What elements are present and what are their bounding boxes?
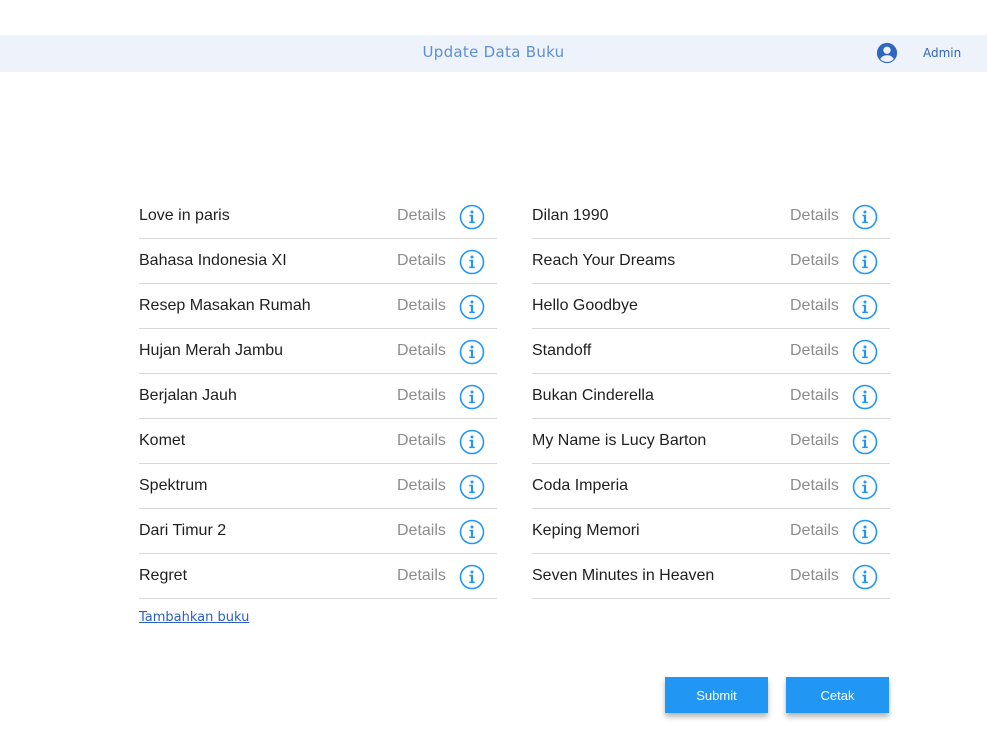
- top-bar: Update Data Buku Admin: [0, 35, 987, 72]
- book-title: Seven Minutes in Heaven: [532, 567, 715, 584]
- book-title: Dilan 1990: [532, 207, 609, 224]
- details-link[interactable]: Details: [790, 387, 839, 405]
- book-row: Bukan Cinderella Details: [532, 374, 890, 419]
- details-link[interactable]: Details: [790, 207, 839, 225]
- book-row: Komet Details: [139, 419, 497, 464]
- details-link[interactable]: Details: [790, 252, 839, 270]
- print-button[interactable]: Cetak: [786, 677, 889, 713]
- book-title: Bahasa Indonesia XI: [139, 252, 287, 269]
- info-icon[interactable]: [852, 294, 878, 320]
- book-title: Love in paris: [139, 207, 230, 224]
- book-title: Hello Goodbye: [532, 297, 638, 314]
- details-link[interactable]: Details: [397, 207, 446, 225]
- book-title: Keping Memori: [532, 522, 640, 539]
- info-icon[interactable]: [852, 474, 878, 500]
- book-title: Reach Your Dreams: [532, 252, 676, 269]
- info-icon[interactable]: [459, 519, 485, 545]
- info-icon[interactable]: [852, 519, 878, 545]
- details-link[interactable]: Details: [397, 522, 446, 540]
- book-row: Dari Timur 2 Details: [139, 509, 497, 554]
- details-link[interactable]: Details: [790, 432, 839, 450]
- book-row: Love in paris Details: [139, 194, 497, 239]
- book-title: Spektrum: [139, 477, 208, 494]
- book-row: My Name is Lucy Barton Details: [532, 419, 890, 464]
- details-link[interactable]: Details: [397, 387, 446, 405]
- details-link[interactable]: Details: [397, 297, 446, 315]
- info-icon[interactable]: [459, 384, 485, 410]
- info-icon[interactable]: [459, 339, 485, 365]
- book-row: Keping Memori Details: [532, 509, 890, 554]
- details-link[interactable]: Details: [790, 522, 839, 540]
- book-row: Spektrum Details: [139, 464, 497, 509]
- details-link[interactable]: Details: [397, 342, 446, 360]
- book-row: Reach Your Dreams Details: [532, 239, 890, 284]
- book-title: My Name is Lucy Barton: [532, 432, 707, 449]
- book-row: Hujan Merah Jambu Details: [139, 329, 497, 374]
- info-icon[interactable]: [459, 474, 485, 500]
- info-icon[interactable]: [459, 564, 485, 590]
- info-icon[interactable]: [852, 249, 878, 275]
- add-book-link[interactable]: Tambahkan buku: [139, 610, 249, 625]
- book-row: Standoff Details: [532, 329, 890, 374]
- details-link[interactable]: Details: [397, 432, 446, 450]
- book-title: Dari Timur 2: [139, 522, 227, 539]
- details-link[interactable]: Details: [790, 342, 839, 360]
- book-title: Komet: [139, 432, 186, 449]
- book-row: Bahasa Indonesia XI Details: [139, 239, 497, 284]
- book-title: Hujan Merah Jambu: [139, 342, 284, 359]
- info-icon[interactable]: [459, 429, 485, 455]
- details-link[interactable]: Details: [790, 567, 839, 585]
- info-icon[interactable]: [852, 384, 878, 410]
- book-title: Berjalan Jauh: [139, 387, 237, 404]
- book-list-left: Love in paris Details Bahasa Indonesia XI D…: [139, 194, 497, 599]
- book-title: Standoff: [532, 342, 592, 359]
- page-title: Update Data Buku: [422, 43, 565, 61]
- book-row: Dilan 1990 Details: [532, 194, 890, 239]
- info-icon[interactable]: [459, 204, 485, 230]
- book-row: Seven Minutes in Heaven Details: [532, 554, 890, 599]
- info-icon[interactable]: [852, 564, 878, 590]
- submit-button[interactable]: Submit: [665, 677, 768, 713]
- book-title: Coda Imperia: [532, 477, 629, 494]
- book-list-right: Dilan 1990 Details Reach Your Dreams Detail…: [532, 194, 890, 599]
- book-row: Berjalan Jauh Details: [139, 374, 497, 419]
- info-icon[interactable]: [459, 294, 485, 320]
- details-link[interactable]: Details: [397, 252, 446, 270]
- details-link[interactable]: Details: [790, 297, 839, 315]
- book-title: Bukan Cinderella: [532, 387, 654, 404]
- book-row: Resep Masakan Rumah Details: [139, 284, 497, 329]
- info-icon[interactable]: [852, 204, 878, 230]
- info-icon[interactable]: [459, 249, 485, 275]
- info-icon[interactable]: [852, 339, 878, 365]
- book-title: Resep Masakan Rumah: [139, 297, 311, 314]
- book-row: Coda Imperia Details: [532, 464, 890, 509]
- book-title: Regret: [139, 567, 188, 584]
- details-link[interactable]: Details: [397, 477, 446, 495]
- info-icon[interactable]: [852, 429, 878, 455]
- account-circle-icon[interactable]: [876, 42, 898, 64]
- details-link[interactable]: Details: [790, 477, 839, 495]
- user-name-label[interactable]: Admin: [923, 46, 961, 60]
- book-row: Regret Details: [139, 554, 497, 599]
- book-row: Hello Goodbye Details: [532, 284, 890, 329]
- details-link[interactable]: Details: [397, 567, 446, 585]
